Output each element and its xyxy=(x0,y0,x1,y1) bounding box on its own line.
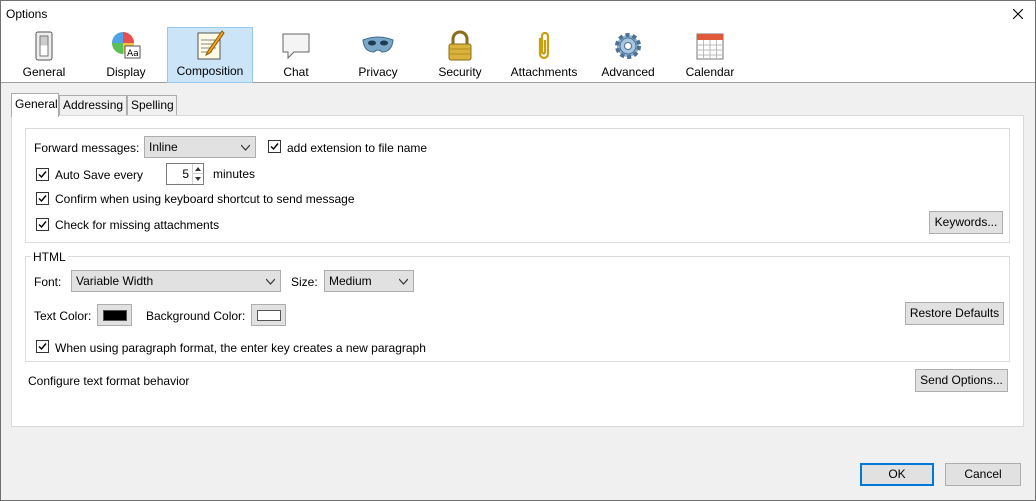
pane-security[interactable]: Security xyxy=(427,27,493,83)
pane-display[interactable]: Aa Display xyxy=(93,27,159,83)
pane-toolbar: General Aa Display Composition Chat Priv… xyxy=(1,27,1035,83)
padlock-icon xyxy=(448,30,472,61)
chevron-down-icon xyxy=(195,177,201,181)
tab-addressing[interactable]: Addressing xyxy=(59,95,127,115)
paperclip-icon xyxy=(538,31,550,60)
pane-label: Display xyxy=(106,65,146,79)
pane-label: Security xyxy=(438,65,482,79)
autosave-label: Auto Save every xyxy=(55,168,144,182)
chevron-down-icon xyxy=(241,144,250,151)
background-color-picker[interactable] xyxy=(251,304,286,326)
pane-label: General xyxy=(22,65,66,79)
gear-icon xyxy=(615,33,641,59)
autosave-unit-label: minutes xyxy=(213,167,256,181)
pane-advanced[interactable]: Advanced xyxy=(595,27,661,83)
pane-privacy[interactable]: Privacy xyxy=(345,27,411,83)
general-group: Forward messages: Inline add extension t… xyxy=(25,128,1010,243)
chevron-down-icon xyxy=(266,278,275,285)
size-value: Medium xyxy=(329,274,372,288)
autosave-minutes-stepper[interactable]: 5 xyxy=(166,163,204,185)
pane-label: Calendar xyxy=(685,65,735,79)
checkmark-icon xyxy=(270,143,279,151)
chevron-up-icon xyxy=(195,166,201,171)
checkmark-icon xyxy=(38,221,47,229)
keywords-button[interactable]: Keywords... xyxy=(929,211,1003,234)
html-group-caption: HTML xyxy=(31,250,68,264)
text-color-label: Text Color: xyxy=(34,309,92,323)
font-value: Variable Width xyxy=(76,274,154,288)
light-switch-icon xyxy=(35,31,53,61)
background-color-swatch xyxy=(257,310,281,321)
close-icon xyxy=(1013,9,1023,19)
options-window: Options General Aa Display Composition C… xyxy=(0,0,1036,501)
ok-button[interactable]: OK xyxy=(860,463,934,486)
speech-bubble-icon xyxy=(282,33,310,60)
display-palette-icon: Aa xyxy=(112,32,141,59)
forward-messages-value: Inline xyxy=(149,140,178,154)
svg-text:Aa: Aa xyxy=(127,49,139,59)
autosave-minutes-value: 5 xyxy=(182,167,189,181)
close-button[interactable] xyxy=(1001,1,1035,27)
pane-composition[interactable]: Composition xyxy=(167,27,253,83)
paragraph-format-checkbox[interactable] xyxy=(36,340,49,353)
pane-label: Chat xyxy=(283,65,309,79)
pane-calendar[interactable]: Calendar xyxy=(677,27,743,83)
title-bar: Options xyxy=(1,1,1035,27)
add-extension-checkbox[interactable] xyxy=(268,140,281,153)
pane-label: Attachments xyxy=(510,65,578,79)
size-select[interactable]: Medium xyxy=(324,270,414,292)
tab-general[interactable]: General xyxy=(11,93,59,117)
pane-label: Advanced xyxy=(601,65,655,79)
restore-defaults-button[interactable]: Restore Defaults xyxy=(905,302,1004,325)
font-select[interactable]: Variable Width xyxy=(71,270,281,292)
pane-label: Privacy xyxy=(358,65,398,79)
send-format-label: Configure text format behavior xyxy=(28,374,190,388)
general-tab-panel: Forward messages: Inline add extension t… xyxy=(11,115,1024,427)
confirm-shortcut-checkbox[interactable] xyxy=(36,192,49,205)
size-label: Size: xyxy=(291,275,318,289)
text-color-picker[interactable] xyxy=(97,304,132,326)
cancel-button[interactable]: Cancel xyxy=(945,463,1021,486)
autosave-checkbox[interactable] xyxy=(36,168,49,181)
spin-buttons xyxy=(192,164,203,184)
forward-messages-label: Forward messages: xyxy=(34,141,140,155)
chevron-down-icon xyxy=(399,278,408,285)
tab-spelling[interactable]: Spelling xyxy=(127,95,177,115)
confirm-shortcut-label: Confirm when using keyboard shortcut to … xyxy=(55,192,355,206)
paragraph-format-label: When using paragraph format, the enter k… xyxy=(55,341,426,355)
checkmark-icon xyxy=(38,171,47,179)
background-color-label: Background Color: xyxy=(146,309,246,323)
checkmark-icon xyxy=(38,343,47,351)
send-options-button[interactable]: Send Options... xyxy=(915,369,1008,392)
window-title: Options xyxy=(6,7,48,21)
pane-general[interactable]: General xyxy=(11,27,77,83)
spin-up-button[interactable] xyxy=(193,164,203,174)
notepad-pencil-icon xyxy=(197,30,225,60)
spin-down-button[interactable] xyxy=(193,174,203,184)
add-extension-label: add extension to file name xyxy=(287,141,428,155)
calendar-icon xyxy=(696,33,724,60)
checkmark-icon xyxy=(38,195,47,203)
pane-label: Composition xyxy=(176,64,244,78)
missing-attachments-checkbox[interactable] xyxy=(36,218,49,231)
html-group: HTML Font: Variable Width Size: Medium T… xyxy=(25,250,1010,362)
missing-attachments-label: Check for missing attachments xyxy=(55,218,220,232)
mask-icon xyxy=(362,36,394,53)
font-label: Font: xyxy=(34,275,62,289)
pane-chat[interactable]: Chat xyxy=(263,27,329,83)
forward-messages-select[interactable]: Inline xyxy=(144,136,256,158)
pane-attachments[interactable]: Attachments xyxy=(507,27,581,83)
text-color-swatch xyxy=(103,310,127,321)
